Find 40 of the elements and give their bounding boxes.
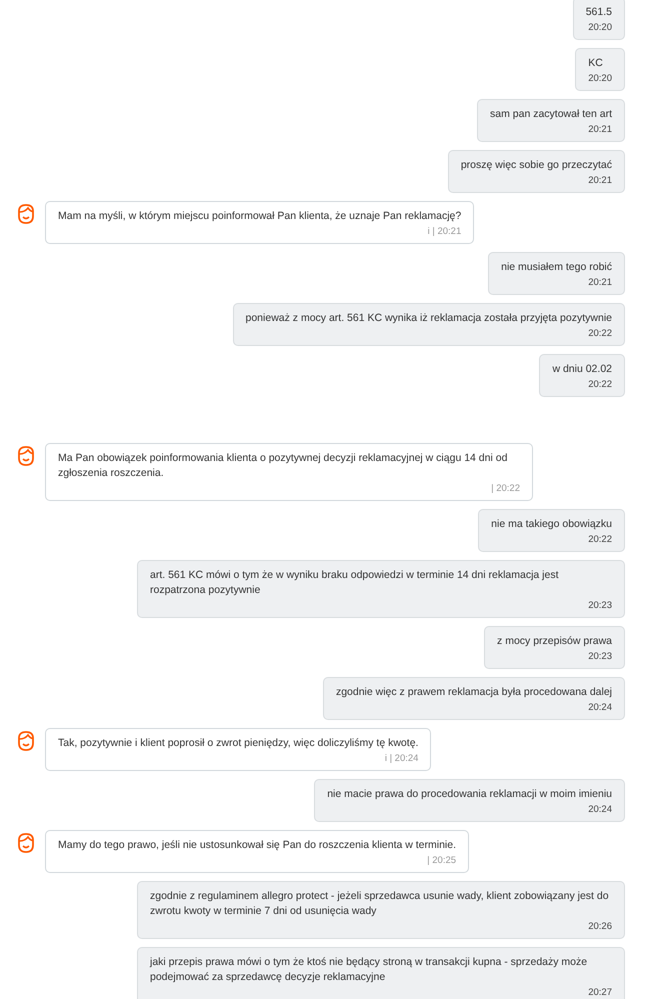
message-time: 20:24 [587,803,612,817]
message-text: z mocy przepisów prawa [497,634,612,649]
message-text: Ma Pan obowiązek poinformowania klienta o pozytywnej decyzji reklamacyjnej w ciągu 14 dni od zgłoszenia roszczenia. [58,451,508,481]
smiling-face-icon [16,832,36,854]
message-time: 20:21 [587,174,612,188]
message-text: Tak, pozytywnie i klient poprosił o zwrot pieniędzy, więc doliczyliśmy tę kwotę. [58,736,418,751]
message-text: sam pan zacytował ten art [490,107,612,122]
message-text: 561.5 [586,5,612,20]
message-time: 20:27 [587,986,612,999]
message-text: Mamy do tego prawo, jeśli nie ustosunkował się Pan do roszczenia klienta w terminie. [58,838,456,853]
message-text: Mam na myśli, w którym miejscu poinformował Pan klienta, że uznaje Pan reklamację? [58,209,462,224]
message-time: 20:22 [587,327,612,341]
message-time: 20:23 [587,599,612,613]
message-time: 20:20 [587,21,612,35]
message-text: w dniu 02.02 [552,362,612,377]
message-time: i | 20:24 [384,752,418,766]
message-time: i | 20:21 [426,225,462,239]
message-text: zgodnie z regulaminem allegro protect - jeżeli sprzedawca usunie wady, klient zobowiązany jest do zwrotu kwoty w terminie 7 dni od usunięcia wady [150,889,610,919]
message-text: jaki przepis prawa mówi o tym że ktoś nie będący stroną w transakcji kupna - sprzedaży może podejmować za sprzedawcę decyzje reklamacyjne [150,955,588,985]
message-time: 20:22 [587,533,612,547]
message-text: nie musiałem tego robić [501,260,612,275]
message-text: nie ma takiego obowiązku [491,517,612,532]
message-time: 20:22 [587,378,612,392]
message-time: 20:23 [587,650,612,664]
message-time: | 20:25 [426,854,456,868]
message-text: nie macie prawa do procedowania reklamacji w moim imieniu [327,787,612,802]
message-text: proszę więc sobie go przeczytać [460,158,612,173]
message-text: art. 561 KC mówi o tym że w wyniku braku odpowiedzi w terminie 14 dni reklamacja jest rozpatrzona pozytywnie [150,568,560,598]
smiling-face-icon [16,730,36,752]
message-time: 20:21 [587,123,612,137]
message-text: ponieważ z mocy art. 561 KC wynika iż reklamacja została przyjęta pozytywnie [246,311,612,326]
message-time: | 20:22 [490,482,520,496]
message-text: KC [588,56,604,71]
message-text: zgodnie więc z prawem reklamacja była procedowana dalej [336,685,612,700]
message-time: 20:24 [587,701,612,715]
message-time: 20:21 [587,276,612,290]
message-time: 20:20 [588,72,612,86]
smiling-face-icon [16,445,36,467]
message-time: 20:26 [587,920,612,934]
smiling-face-icon [16,203,36,225]
